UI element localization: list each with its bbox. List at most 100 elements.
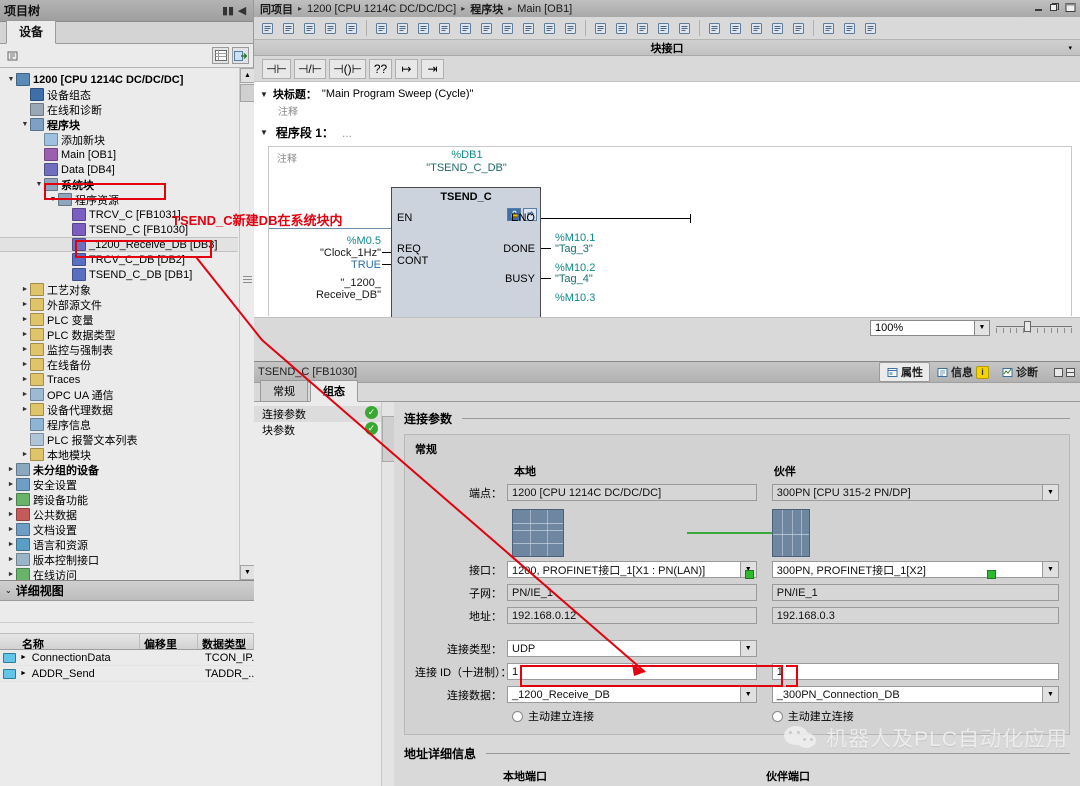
partner-endpoint-combo[interactable]: 300PN [CPU 315-2 PN/DP] [771, 484, 1059, 501]
coil-set-icon[interactable] [498, 19, 517, 38]
tree-item[interactable]: 程序块 [0, 117, 238, 132]
collapse-arrow-icon[interactable] [20, 391, 30, 398]
operand-tag-0[interactable]: "Clock_1Hz" [289, 247, 381, 259]
operand-tag-3[interactable]: Receive_DB" [289, 289, 381, 301]
zoom-slider[interactable] [996, 320, 1072, 335]
expand-all-icon[interactable] [561, 19, 580, 38]
operand-tag-2[interactable]: "_1200_ [289, 277, 381, 289]
output-tag-0[interactable]: "Tag_3" [555, 243, 625, 255]
tree-item[interactable]: 在线备份 [0, 357, 238, 372]
chevron-down-icon[interactable]: ▼ [739, 641, 756, 656]
nav-item-block-params[interactable]: 块参数 ✓ [254, 422, 394, 438]
tree-item[interactable]: Traces [0, 372, 238, 387]
collapse-arrow-icon[interactable] [6, 481, 16, 488]
breadcrumb-item-1[interactable]: 1200 [CPU 1214C DC/DC/DC] [307, 3, 456, 15]
chevron-down-icon[interactable]: ⌄ [5, 586, 12, 595]
expand-arrow-icon[interactable]: ► [16, 670, 28, 677]
local-interface-combo[interactable]: 1200, PROFINET接口_1[X1 : PN(LAN)] [507, 561, 757, 578]
inspector-tab-properties[interactable]: 属性 [879, 362, 930, 382]
insert-network-icon[interactable] [456, 19, 475, 38]
collapse-arrow-icon[interactable] [20, 406, 30, 413]
copy-icon[interactable] [279, 19, 298, 38]
partner-conn-data-combo[interactable]: _300PN_Connection_DB [771, 686, 1059, 703]
find-icon[interactable] [654, 19, 673, 38]
breadcrumb-item-0[interactable]: 同项目 [260, 1, 293, 17]
tree-item[interactable]: 版本控制接口 [0, 552, 238, 567]
breadcrumb-item-2[interactable]: 程序块 [470, 1, 503, 17]
collapse-arrow-icon[interactable] [20, 316, 30, 323]
tree-open-editor-icon[interactable] [232, 47, 249, 64]
breadcrumb-item-3[interactable]: Main [OB1] [517, 3, 572, 15]
chevron-down-icon[interactable]: ▼ [1042, 562, 1058, 577]
local-conn-type-combo[interactable]: UDP [507, 640, 757, 657]
tree-item[interactable]: TRCV_C_DB [DB2] [0, 252, 238, 267]
empty-box-icon[interactable]: ?? [369, 58, 393, 79]
partner-active-connect-row[interactable]: 主动建立连接 [771, 708, 1059, 724]
contact-no-icon[interactable]: ⊣⊢ [262, 58, 291, 79]
operand-tag-1[interactable]: TRUE [289, 259, 381, 271]
collapse-arrow-icon[interactable] [6, 496, 16, 503]
step-in-icon[interactable] [705, 19, 724, 38]
chevron-down-icon[interactable]: ▼ [739, 687, 756, 702]
collapse-left-icon[interactable]: ◀ [235, 4, 249, 18]
local-conn-id-input[interactable]: 1 [507, 663, 757, 680]
lock-icon[interactable] [861, 19, 880, 38]
tree-item[interactable]: OPC UA 通信 [0, 387, 238, 402]
ladder-function-block[interactable]: TSEND_C EN REQ CONT ENO DONE BUSY [391, 187, 541, 317]
tree-item[interactable]: 语言和资源 [0, 537, 238, 552]
output-tag-1[interactable]: "Tag_4" [555, 273, 625, 285]
collapse-arrow-icon[interactable] [20, 361, 30, 368]
block-interface-expand-icon[interactable]: ▾ [1068, 44, 1072, 52]
tree-item[interactable]: TSEND_C_DB [DB1] [0, 267, 238, 282]
tree-item[interactable]: 安全设置 [0, 477, 238, 492]
tree-item[interactable]: Main [OB1] [0, 147, 238, 162]
maximize-button[interactable] [1049, 2, 1060, 13]
close-button[interactable] [1065, 2, 1076, 13]
tree-item[interactable]: 未分组的设备 [0, 462, 238, 477]
tree-item[interactable]: 1200 [CPU 1214C DC/DC/DC] [0, 72, 238, 87]
chevron-down-icon[interactable]: ▼ [260, 128, 268, 137]
redo-icon[interactable] [612, 19, 631, 38]
scroll-up-arrow-icon[interactable]: ▲ [240, 68, 254, 83]
block-interface-bar[interactable]: 块接口 ▾ [254, 40, 1080, 56]
undo-icon[interactable] [591, 19, 610, 38]
scroll-thumb[interactable] [240, 84, 254, 102]
tree-settings-icon[interactable] [4, 47, 21, 64]
tree-item[interactable]: 程序信息 [0, 417, 238, 432]
block-title-value[interactable]: "Main Program Sweep (Cycle)" [322, 88, 473, 100]
tree-item[interactable]: 本地模块 [0, 447, 238, 462]
expand-arrow-icon[interactable] [48, 196, 58, 203]
inspector-collapse-icon[interactable] [1064, 366, 1076, 378]
tree-item[interactable]: 在线访问 [0, 567, 238, 580]
chevron-down-icon[interactable]: ▼ [974, 320, 989, 335]
collapse-arrow-icon[interactable] [6, 556, 16, 563]
scroll-down-arrow-icon[interactable]: ▼ [240, 565, 254, 580]
contact-nc-icon[interactable]: ⊣/⊢ [293, 58, 327, 79]
tree-item[interactable]: 程序资源 [0, 192, 238, 207]
local-active-connect-radio[interactable] [512, 710, 523, 722]
local-subnet-input[interactable]: PN/IE_1 [507, 584, 757, 601]
table-row[interactable]: ►ConnectionData TCON_IP... [0, 650, 254, 666]
partner-conn-id-input[interactable]: 1 [771, 663, 1059, 680]
dock-icon[interactable]: ▮▮ [221, 4, 235, 18]
minimize-button[interactable] [1033, 2, 1044, 13]
tree-item[interactable]: PLC 数据类型 [0, 327, 238, 342]
tree-item[interactable]: 工艺对象 [0, 282, 238, 297]
monitor-off-icon[interactable] [789, 19, 808, 38]
split-horizontal-icon[interactable] [393, 19, 412, 38]
tab-devices[interactable]: 设备 [6, 20, 57, 44]
delete-icon[interactable] [342, 19, 361, 38]
details-view-header[interactable]: ⌄ 详细视图 [0, 581, 254, 601]
align-icon[interactable] [372, 19, 391, 38]
comment-icon[interactable] [435, 19, 454, 38]
collapse-arrow-icon[interactable] [20, 376, 30, 383]
glasses-icon[interactable] [840, 19, 859, 38]
tab-configuration[interactable]: 组态 [310, 380, 358, 402]
expand-arrow-icon[interactable] [34, 181, 44, 188]
collapse-arrow-icon[interactable] [6, 466, 16, 473]
compare-icon[interactable] [819, 19, 838, 38]
tree-item[interactable]: 跨设备功能 [0, 492, 238, 507]
column-header-datatype[interactable]: 数据类型 [198, 634, 254, 649]
collapse-arrow-icon[interactable] [20, 346, 30, 353]
tree-item[interactable]: 设备组态 [0, 87, 238, 102]
